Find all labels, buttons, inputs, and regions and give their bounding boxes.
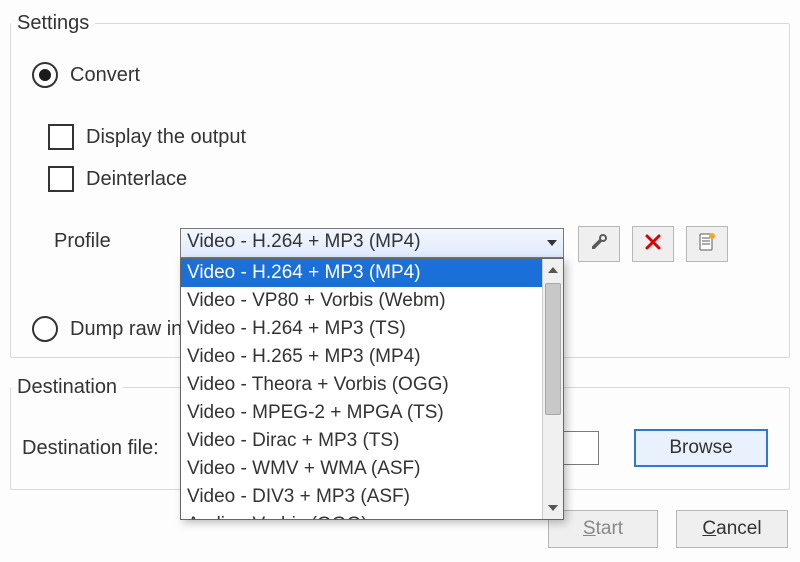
display-output-row: Display the output [48, 124, 246, 150]
start-button-label: Start [583, 518, 623, 540]
chevron-down-icon [541, 229, 563, 257]
settings-legend: Settings [11, 12, 95, 35]
new-profile-button[interactable] [686, 226, 728, 262]
new-document-icon [697, 232, 717, 257]
profile-combobox[interactable]: Video - H.264 + MP3 (MP4) [180, 228, 564, 258]
dropdown-option[interactable]: Video - WMV + WMA (ASF) [181, 455, 542, 483]
scroll-thumb[interactable] [545, 283, 561, 415]
dump-raw-radio-row: Dump raw in [32, 316, 182, 342]
deinterlace-row: Deinterlace [48, 166, 187, 192]
profile-selected-value: Video - H.264 + MP3 (MP4) [187, 231, 421, 252]
convert-radio-row: Convert [32, 62, 140, 88]
dropdown-option[interactable]: Video - Dirac + MP3 (TS) [181, 427, 542, 455]
browse-button[interactable]: Browse [634, 429, 768, 467]
dropdown-option[interactable]: Video - H.264 + MP3 (MP4) [181, 259, 542, 287]
delete-icon [644, 233, 662, 256]
profile-dropdown-list[interactable]: Video - H.264 + MP3 (MP4)Video - VP80 + … [180, 258, 564, 520]
dropdown-option[interactable]: Video - DIV3 + MP3 (ASF) [181, 483, 542, 511]
dropdown-option[interactable]: Audio - Vorbis (OGG) [181, 511, 542, 519]
convert-radio[interactable] [32, 62, 58, 88]
dropdown-scrollbar[interactable] [542, 259, 563, 519]
dropdown-option[interactable]: Video - MPEG-2 + MPGA (TS) [181, 399, 542, 427]
dump-raw-label: Dump raw in [70, 318, 182, 341]
convert-dialog: Settings Convert Display the output Dein… [0, 0, 800, 562]
scroll-up-button[interactable] [543, 259, 563, 281]
destination-legend: Destination [11, 376, 123, 399]
profile-label: Profile [54, 230, 111, 253]
display-output-label: Display the output [86, 126, 246, 149]
scroll-down-button[interactable] [543, 497, 563, 519]
delete-profile-button[interactable] [632, 226, 674, 262]
destination-file-label: Destination file: [22, 437, 159, 460]
cancel-button-label: Cancel [702, 518, 761, 540]
wrench-icon [589, 232, 609, 257]
browse-button-label: Browse [669, 437, 732, 459]
deinterlace-checkbox[interactable] [48, 166, 74, 192]
dropdown-option[interactable]: Video - Theora + Vorbis (OGG) [181, 371, 542, 399]
deinterlace-label: Deinterlace [86, 168, 187, 191]
cancel-button[interactable]: Cancel [676, 510, 788, 548]
dropdown-option[interactable]: Video - VP80 + Vorbis (Webm) [181, 287, 542, 315]
edit-profile-button[interactable] [578, 226, 620, 262]
start-button[interactable]: Start [548, 510, 658, 548]
dropdown-items-container: Video - H.264 + MP3 (MP4)Video - VP80 + … [181, 259, 542, 519]
display-output-checkbox[interactable] [48, 124, 74, 150]
dropdown-option[interactable]: Video - H.265 + MP3 (MP4) [181, 343, 542, 371]
dump-raw-radio[interactable] [32, 316, 58, 342]
convert-label: Convert [70, 64, 140, 87]
dropdown-option[interactable]: Video - H.264 + MP3 (TS) [181, 315, 542, 343]
